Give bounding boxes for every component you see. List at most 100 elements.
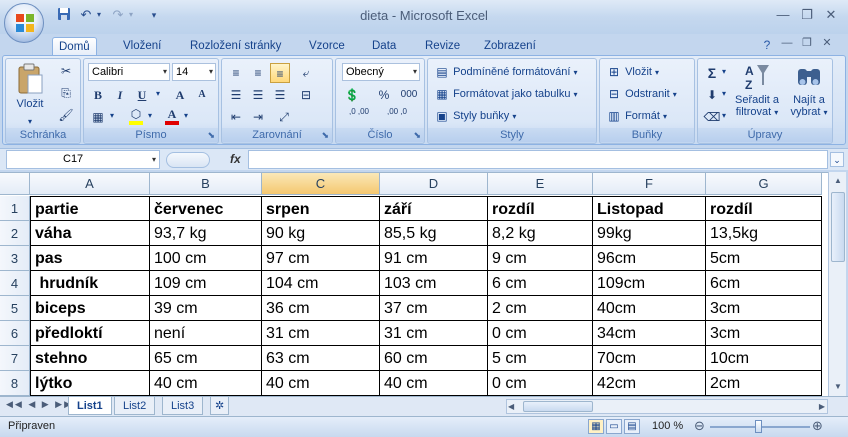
cell-c6[interactable]: 31 cm [262, 321, 380, 346]
cell-g3[interactable]: 5cm [706, 246, 822, 271]
cell-f1[interactable]: Listopad [593, 196, 706, 221]
align-right-icon[interactable]: ☰ [270, 85, 290, 105]
dialog-launcher-icon[interactable]: ⬊ [321, 128, 329, 142]
scroll-left-icon[interactable]: ◀ [508, 400, 514, 413]
sheet-tab-list2[interactable]: List2 [114, 397, 156, 415]
cell-f5[interactable]: 40cm [593, 296, 706, 321]
cell-f7[interactable]: 70cm [593, 346, 706, 371]
cell-g6[interactable]: 3cm [706, 321, 822, 346]
zoom-out-icon[interactable]: ⊖ [694, 418, 705, 434]
cut-icon[interactable]: ✂ [56, 61, 76, 81]
cell-e7[interactable]: 5 cm [488, 346, 593, 371]
column-header-g[interactable]: G [706, 173, 822, 195]
cell-a8[interactable]: lýtko [30, 371, 150, 396]
chevron-down-icon[interactable]: ▾ [110, 111, 114, 120]
horizontal-scroll-thumb[interactable] [523, 401, 593, 412]
cell-b6[interactable]: není [150, 321, 262, 346]
horizontal-scrollbar[interactable]: ◀ ▶ [506, 399, 828, 414]
cell-e2[interactable]: 8,2 kg [488, 221, 593, 246]
column-header-e[interactable]: E [488, 173, 593, 195]
cell-c8[interactable]: 40 cm [262, 371, 380, 396]
dialog-launcher-icon[interactable]: ⬊ [413, 128, 421, 142]
cell-e5[interactable]: 2 cm [488, 296, 593, 321]
cell-a3[interactable]: pas [30, 246, 150, 271]
cell-c5[interactable]: 36 cm [262, 296, 380, 321]
currency-icon[interactable]: 💲 [342, 85, 362, 105]
align-bottom-icon[interactable]: ≡ [270, 63, 290, 83]
tab-formulas[interactable]: Vzorce [303, 37, 351, 57]
cell-d5[interactable]: 37 cm [380, 296, 488, 321]
cell-f6[interactable]: 34cm [593, 321, 706, 346]
expand-formula-bar-icon[interactable]: ⌄ [830, 152, 844, 167]
italic-button[interactable]: I [110, 85, 130, 105]
workbook-restore-icon[interactable]: ❐ [798, 34, 816, 52]
row-header[interactable]: 6 [0, 321, 30, 346]
cell-styles-button[interactable]: ▣ Styly buňky ▾ [434, 107, 516, 127]
row-header[interactable]: 2 [0, 221, 30, 246]
cell-g2[interactable]: 13,5kg [706, 221, 822, 246]
cell-c3[interactable]: 97 cm [262, 246, 380, 271]
new-sheet-icon[interactable]: ✲ [210, 397, 230, 415]
close-icon[interactable]: ✕ [822, 6, 840, 24]
tab-review[interactable]: Revize [419, 37, 466, 57]
cell-e4[interactable]: 6 cm [488, 271, 593, 296]
delete-cells-button[interactable]: ⊟ Odstranit ▾ [606, 85, 677, 105]
copy-icon[interactable]: ⎘ [56, 83, 76, 103]
row-header[interactable]: 4 [0, 271, 30, 296]
thousands-button[interactable]: 000 [396, 85, 422, 105]
cell-b3[interactable]: 100 cm [150, 246, 262, 271]
cell-d4[interactable]: 103 cm [380, 271, 488, 296]
align-middle-icon[interactable]: ≡ [248, 63, 268, 83]
maximize-icon[interactable]: ❐ [798, 6, 816, 24]
row-header[interactable]: 3 [0, 246, 30, 271]
align-left-icon[interactable]: ☰ [226, 85, 246, 105]
cell-b7[interactable]: 65 cm [150, 346, 262, 371]
cell-c4[interactable]: 104 cm [262, 271, 380, 296]
find-select-button[interactable]: Najít a vybrat ▾ [786, 61, 832, 127]
sheet-tab-list1[interactable]: List1 [68, 397, 112, 415]
cell-a5[interactable]: biceps [30, 296, 150, 321]
column-header-b[interactable]: B [150, 173, 262, 195]
zoom-slider-thumb[interactable] [755, 420, 762, 433]
cell-e3[interactable]: 9 cm [488, 246, 593, 271]
cell-d7[interactable]: 60 cm [380, 346, 488, 371]
chevron-down-icon[interactable]: ▾ [722, 89, 726, 98]
wrap-text-icon[interactable]: ⤶ [296, 63, 316, 83]
bold-button[interactable]: B [88, 85, 108, 105]
workbook-close-icon[interactable]: ✕ [818, 34, 836, 52]
dialog-launcher-icon[interactable]: ⬊ [207, 128, 215, 142]
formula-bar-splitter[interactable] [166, 152, 210, 168]
insert-function-button[interactable]: fx [230, 151, 246, 167]
cell-a1[interactable]: partie [30, 196, 150, 221]
cell-e6[interactable]: 0 cm [488, 321, 593, 346]
cell-b5[interactable]: 39 cm [150, 296, 262, 321]
chevron-down-icon[interactable]: ▾ [184, 111, 188, 120]
row-header[interactable]: 5 [0, 296, 30, 321]
cell-f3[interactable]: 96cm [593, 246, 706, 271]
cell-c2[interactable]: 90 kg [262, 221, 380, 246]
formula-input[interactable] [248, 150, 828, 169]
cell-g1[interactable]: rozdíl [706, 196, 822, 221]
minimize-icon[interactable]: — [774, 6, 792, 24]
name-box[interactable]: C17 ▾ [6, 150, 160, 169]
normal-view-icon[interactable]: ▦ [588, 419, 604, 434]
orientation-icon[interactable]: ⤢ [274, 107, 294, 127]
increase-indent-icon[interactable]: ⇥ [248, 107, 268, 127]
office-button[interactable] [4, 3, 44, 43]
scroll-down-icon[interactable]: ▼ [831, 380, 845, 394]
format-cells-button[interactable]: ▥ Formát ▾ [606, 107, 667, 127]
cell-g5[interactable]: 3cm [706, 296, 822, 321]
chevron-down-icon[interactable]: ▾ [722, 67, 726, 76]
cell-g8[interactable]: 2cm [706, 371, 822, 396]
column-header-c[interactable]: C [262, 173, 380, 195]
scroll-up-icon[interactable]: ▲ [831, 174, 845, 188]
autosum-button[interactable]: Σ [702, 63, 722, 83]
tab-insert[interactable]: Vložení [117, 37, 167, 57]
sheet-nav-icons[interactable]: ◀◀ ◀ ▶ ▶▶ [6, 399, 73, 410]
cell-d3[interactable]: 91 cm [380, 246, 488, 271]
decrease-decimal-button[interactable]: ,00 ,0 [380, 107, 414, 127]
workbook-minimize-icon[interactable]: — [778, 34, 796, 52]
insert-cells-button[interactable]: ⊞ Vložit ▾ [606, 63, 659, 83]
align-center-icon[interactable]: ☰ [248, 85, 268, 105]
cell-f8[interactable]: 42cm [593, 371, 706, 396]
